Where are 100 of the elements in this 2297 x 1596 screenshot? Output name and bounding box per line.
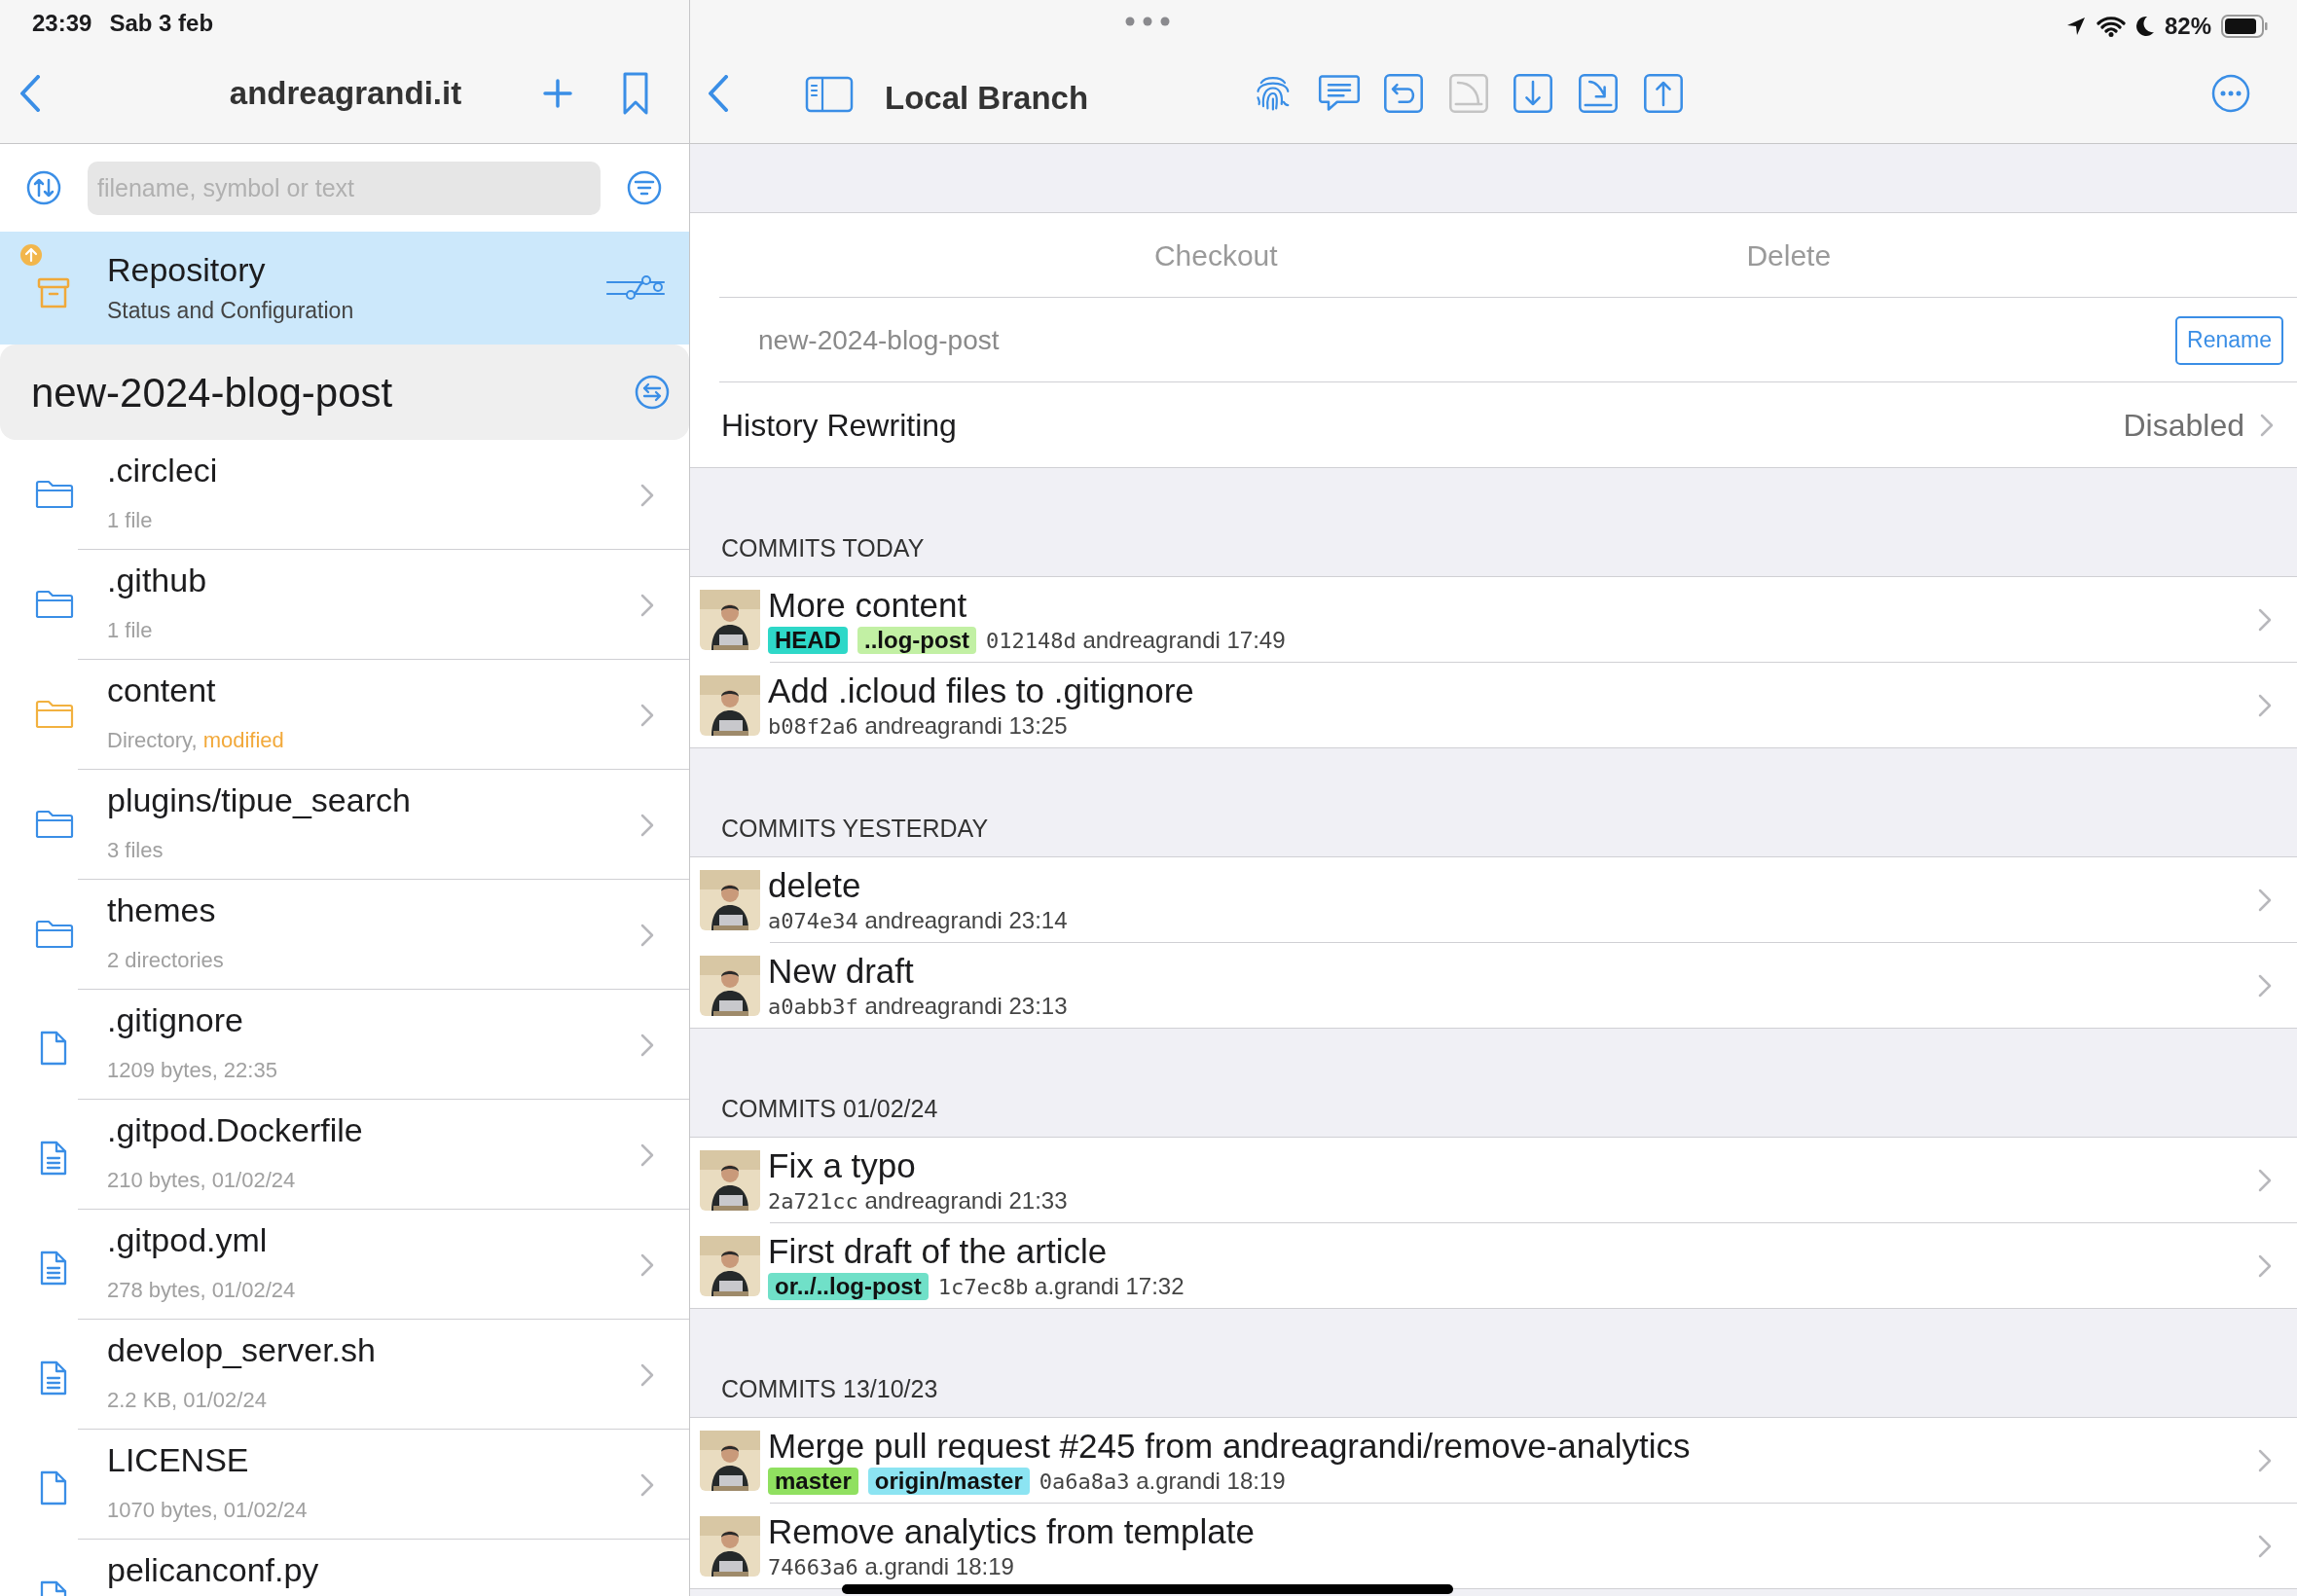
branch-name: new-2024-blog-post xyxy=(31,368,393,417)
more-icon[interactable] xyxy=(2211,74,2250,113)
commit-title: First draft of the article xyxy=(768,1231,1109,1271)
back-icon[interactable] xyxy=(19,75,41,112)
chevron-icon xyxy=(640,1253,654,1277)
add-icon[interactable] xyxy=(543,79,572,108)
section-header: COMMITS YESTERDAY xyxy=(721,813,989,844)
file-name: .circleci xyxy=(107,451,218,490)
ref-tag: or../..log-post xyxy=(768,1273,929,1300)
chevron-icon xyxy=(2258,889,2272,912)
section-header: COMMITS 01/02/24 xyxy=(721,1093,938,1124)
file-name: plugins/tipue_search xyxy=(107,780,411,820)
commit-meta: a074e34 andreagrandi 23:14 xyxy=(768,906,1068,935)
commit-title: Fix a typo xyxy=(768,1145,917,1185)
file-name: .gitpod.Dockerfile xyxy=(107,1110,363,1150)
file-list-item[interactable]: develop_server.sh 2.2 KB, 01/02/24 xyxy=(0,1320,689,1430)
commit-row[interactable]: delete a074e34 andreagrandi 23:14 xyxy=(690,857,2297,943)
push-icon[interactable] xyxy=(1641,72,1685,115)
file-detail: 1 file xyxy=(107,617,154,644)
ref-tag: origin/master xyxy=(867,1468,1030,1495)
file-name: LICENSE xyxy=(107,1440,250,1480)
ref-tag: ..log-post xyxy=(857,627,976,654)
history-value: Disabled xyxy=(2123,406,2244,445)
chevron-icon xyxy=(640,1363,654,1387)
chevron-icon xyxy=(640,1473,654,1497)
commit-row[interactable]: Add .icloud files to .gitignore b08f2a6 andreagrandi 13:25 xyxy=(690,663,2297,748)
chevron-icon xyxy=(640,594,654,617)
battery-level: 82% xyxy=(2164,12,2211,41)
file-list-item[interactable]: .gitpod.Dockerfile 210 bytes, 01/02/24 xyxy=(0,1100,689,1210)
commit-title: Remove analytics from template xyxy=(768,1511,1256,1551)
sidebar-icon[interactable] xyxy=(805,76,854,113)
file-name: themes xyxy=(107,890,217,930)
file-name: content xyxy=(107,671,217,710)
commit-title: New draft xyxy=(768,951,915,991)
chevron-icon xyxy=(2258,1254,2272,1278)
file-list-item[interactable]: themes 2 directories xyxy=(0,880,689,990)
bookmark-icon[interactable] xyxy=(623,72,648,115)
commit-row[interactable]: More content HEAD ..log-post 012148d andreagrandi 17:49 xyxy=(690,577,2297,663)
chevron-icon xyxy=(2258,1535,2272,1558)
file-name: pelicanconf.py xyxy=(107,1550,319,1590)
file-detail: 3 files xyxy=(107,837,164,864)
file-detail: 2.2 KB, 01/02/24 xyxy=(107,1387,268,1414)
sort-icon[interactable] xyxy=(26,170,61,205)
commit-row[interactable]: New draft a0abb3f andreagrandi 23:13 xyxy=(690,943,2297,1029)
commit-meta: 74663a6 a.grandi 18:19 xyxy=(768,1552,1014,1581)
file-list-item[interactable]: .gitignore 1209 bytes, 22:35 xyxy=(0,990,689,1100)
ref-tag: HEAD xyxy=(768,627,848,654)
branches-icon[interactable] xyxy=(605,274,666,302)
commit-meta: b08f2a6 andreagrandi 13:25 xyxy=(768,711,1068,741)
repository-item[interactable]: Repository Status and Configuration xyxy=(0,232,689,345)
undo-icon[interactable] xyxy=(1382,72,1426,115)
pull-icon[interactable] xyxy=(1512,72,1555,115)
filter-icon[interactable] xyxy=(627,170,662,205)
file-detail: 1070 bytes, 01/02/24 xyxy=(107,1497,308,1524)
upload-badge-icon xyxy=(19,243,43,267)
file-name: develop_server.sh xyxy=(107,1330,376,1370)
file-list-item[interactable]: pelicanconf.py xyxy=(0,1540,689,1596)
sidebar-title: andreagrandi.it xyxy=(228,74,463,114)
status-date: Sab 3 feb xyxy=(109,8,214,38)
chevron-icon xyxy=(640,1034,654,1057)
chevron-icon xyxy=(2260,413,2274,437)
chevron-icon xyxy=(2258,1449,2272,1472)
chevron-icon xyxy=(2258,608,2272,632)
switch-branch-icon[interactable] xyxy=(635,375,670,410)
file-list-item[interactable]: .gitpod.yml 278 bytes, 01/02/24 xyxy=(0,1210,689,1320)
repository-title: Repository xyxy=(107,249,267,290)
commit-title: More content xyxy=(768,585,968,625)
chevron-icon xyxy=(2258,1169,2272,1192)
back-icon[interactable] xyxy=(708,75,729,112)
file-list-item[interactable]: .circleci 1 file xyxy=(0,440,689,550)
commit-meta: 012148d andreagrandi 17:49 xyxy=(986,626,1286,655)
file-detail: 278 bytes, 01/02/24 xyxy=(107,1277,296,1304)
main-title: Local Branch xyxy=(885,79,1089,118)
commit-meta: 0a6a8a3 a.grandi 18:19 xyxy=(1039,1467,1286,1496)
file-list-item[interactable]: plugins/tipue_search 3 files xyxy=(0,770,689,880)
chevron-icon xyxy=(640,1143,654,1167)
repository-subtitle: Status and Configuration xyxy=(107,296,354,325)
chevron-icon xyxy=(640,814,654,837)
commit-row[interactable]: First draft of the article or../..log-post 1c7ec8b a.grandi 17:32 xyxy=(690,1223,2297,1309)
fetch-icon[interactable] xyxy=(1577,72,1620,115)
file-name: .github xyxy=(107,561,207,600)
commit-title: delete xyxy=(768,865,862,905)
battery-icon xyxy=(2221,15,2268,38)
history-label: History Rewriting xyxy=(721,406,958,445)
wifi-icon xyxy=(2096,16,2126,37)
file-detail: 2 directories xyxy=(107,947,224,974)
commit-row[interactable]: Fix a typo 2a721cc andreagrandi 21:33 xyxy=(690,1138,2297,1223)
commit-title: Merge pull request #245 from andreagrandi/remove-analytics xyxy=(768,1426,1692,1466)
file-list-item[interactable]: .github 1 file xyxy=(0,550,689,660)
file-list-item[interactable]: content Directory, modified xyxy=(0,660,689,770)
chevron-icon xyxy=(640,924,654,947)
commit-row[interactable]: Remove analytics from template 74663a6 a.grandi 18:19 xyxy=(690,1504,2297,1589)
file-detail: 210 bytes, 01/02/24 xyxy=(107,1167,297,1194)
file-detail: 1 file xyxy=(107,507,154,534)
file-name: .gitignore xyxy=(107,1000,244,1040)
history-rewriting-row[interactable]: History Rewriting Disabled xyxy=(690,382,2297,467)
multitask-dots-icon[interactable] xyxy=(1125,17,1170,26)
section-header: COMMITS TODAY xyxy=(721,532,925,563)
file-list-item[interactable]: LICENSE 1070 bytes, 01/02/24 xyxy=(0,1430,689,1540)
commit-row[interactable]: Merge pull request #245 from andreagrandi/remove-analytics master origin/master 0a6a8a3 a.grandi 18:19 xyxy=(690,1418,2297,1504)
